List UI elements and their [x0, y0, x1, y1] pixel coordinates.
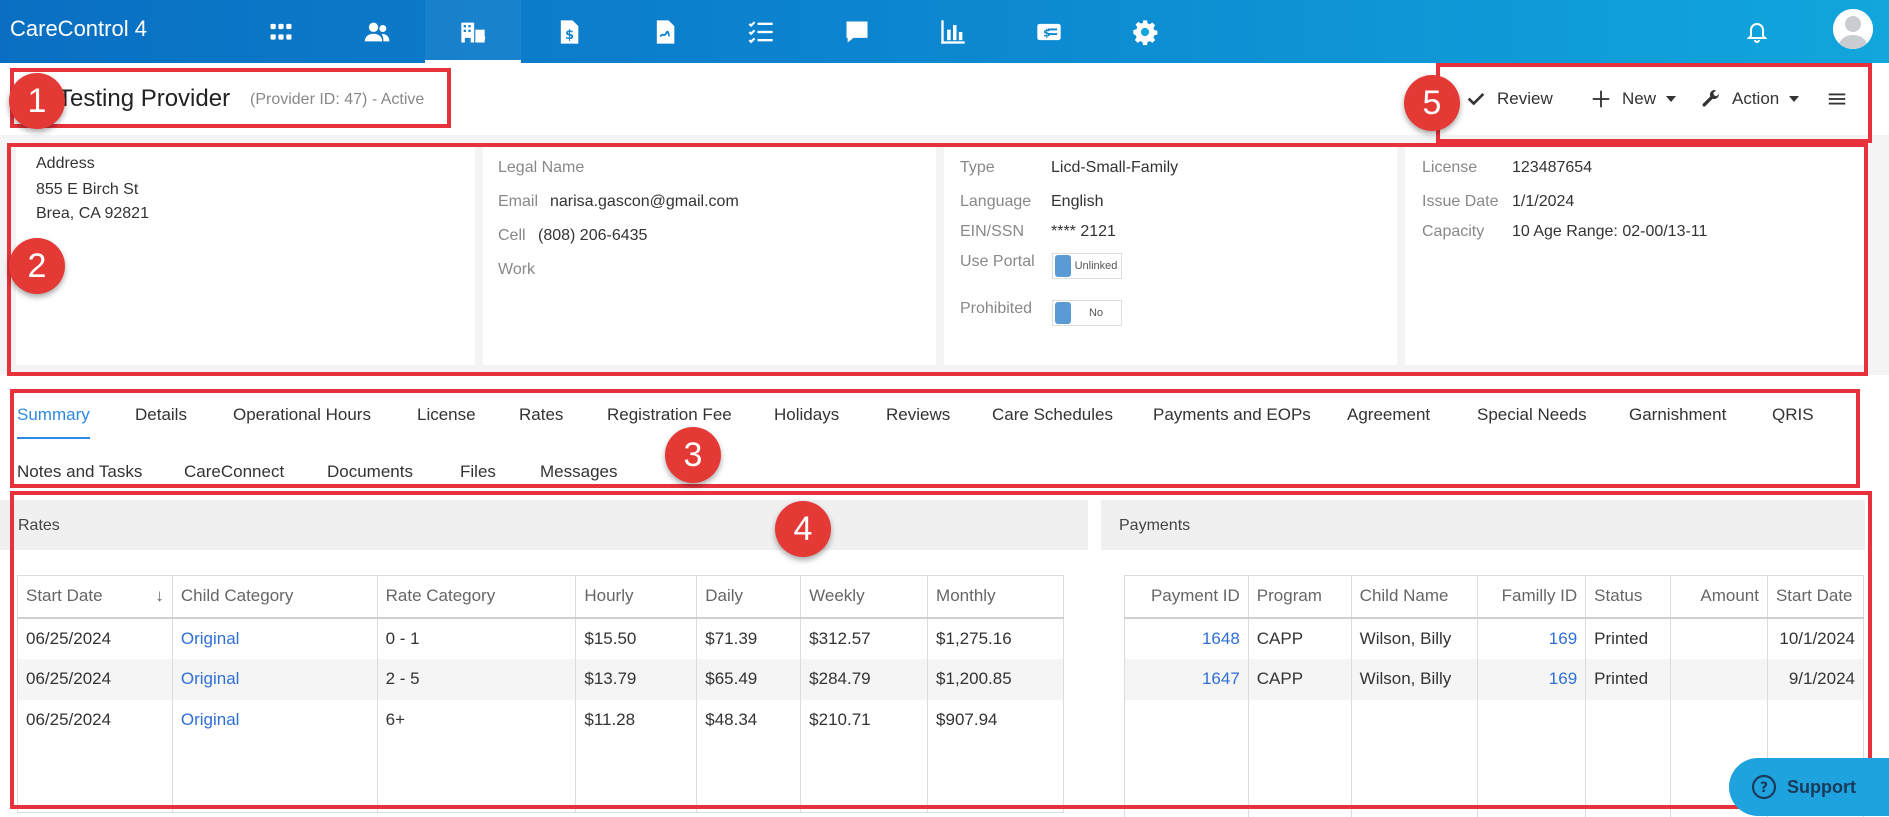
bar-chart-icon[interactable] [905, 0, 1001, 63]
help-circle-icon: ? [1751, 774, 1777, 800]
payment-card-icon[interactable]: $ [1001, 0, 1097, 63]
apps-grid-icon[interactable] [233, 0, 329, 63]
support-label: Support [1787, 776, 1856, 797]
callout-badge-1: 1 [9, 73, 65, 129]
callout-box-5 [1436, 63, 1872, 143]
callout-box-4 [10, 491, 1872, 809]
support-button[interactable]: ? Support [1729, 758, 1889, 816]
callout-badge-3: 3 [665, 427, 721, 483]
callout-box-1 [10, 68, 451, 128]
svg-text:$: $ [565, 28, 574, 43]
notification-bell-icon[interactable] [1740, 14, 1774, 48]
callout-badge-5: 5 [1404, 75, 1460, 131]
top-nav-bar: CareControl 4 $ $ [0, 0, 1889, 63]
chat-bubble-icon[interactable] [809, 0, 905, 63]
gear-icon[interactable] [1097, 0, 1193, 63]
checklist-icon[interactable] [713, 0, 809, 63]
billing-dollar-icon[interactable]: $ [521, 0, 617, 63]
providers-building-icon[interactable] [425, 0, 521, 63]
app-title[interactable]: CareControl 4 [10, 16, 147, 42]
svg-text:?: ? [1760, 780, 1768, 796]
callout-box-2 [7, 143, 1868, 376]
callout-box-3 [10, 389, 1860, 488]
people-icon[interactable] [329, 0, 425, 63]
callout-badge-4: 4 [775, 501, 831, 557]
callout-badge-2: 2 [9, 238, 65, 294]
report-file-icon[interactable] [617, 0, 713, 63]
user-avatar[interactable] [1833, 9, 1873, 49]
